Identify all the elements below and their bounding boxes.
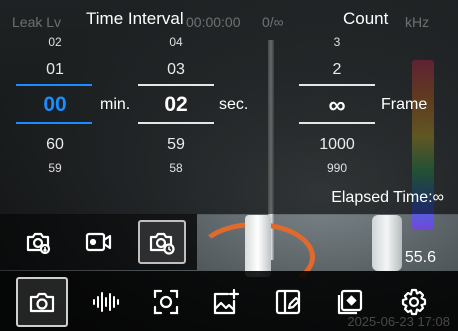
count-option[interactable]: 2	[307, 61, 367, 79]
video-camera-icon	[85, 232, 112, 252]
image-add-icon	[213, 288, 240, 315]
settings-icon	[401, 288, 427, 316]
count-option[interactable]: 990	[307, 161, 367, 175]
count-selected-value[interactable]: ∞	[307, 92, 367, 120]
edit-compare-button[interactable]	[262, 277, 314, 327]
status-counter: 0/∞	[262, 14, 284, 30]
count-selection-line	[299, 84, 375, 86]
seconds-selection-line	[138, 84, 214, 86]
add-image-button[interactable]	[200, 277, 252, 327]
minutes-option[interactable]: 59	[25, 161, 85, 175]
time-interval-panel: Leak Lv 00:00:00 0/∞ kHz Time Interval C…	[0, 0, 458, 214]
photo-save-mode-button[interactable]	[14, 220, 62, 264]
minutes-option[interactable]: 01	[25, 61, 85, 79]
status-timer: 00:00:00	[186, 14, 241, 30]
seconds-option[interactable]: 03	[146, 61, 206, 79]
sound-wave-icon	[93, 292, 119, 312]
seconds-selection-line	[138, 122, 214, 124]
minutes-option[interactable]: 60	[25, 136, 85, 154]
camera-timer-icon	[149, 232, 175, 255]
seconds-option[interactable]: 58	[146, 161, 206, 175]
status-frequency: kHz	[405, 14, 430, 30]
video-mode-button[interactable]	[75, 220, 123, 264]
capture-mode-bar	[0, 214, 197, 270]
image-center-icon	[337, 289, 363, 315]
background-bottle	[372, 215, 402, 271]
minutes-selection-line	[16, 122, 92, 124]
minutes-option[interactable]: 02	[25, 35, 85, 49]
interval-photo-mode-button[interactable]	[138, 220, 186, 264]
count-option[interactable]: 1000	[307, 136, 367, 154]
count-option[interactable]: 3	[307, 35, 367, 49]
focus-target-icon	[153, 289, 179, 315]
sound-button[interactable]	[80, 277, 132, 327]
measurement-reading: 55.6	[404, 249, 436, 266]
seconds-option[interactable]: 59	[146, 136, 206, 154]
count-unit: Frame	[381, 96, 428, 113]
count-selection-line	[299, 122, 375, 124]
background-tube	[245, 215, 271, 277]
minutes-unit: min.	[100, 96, 131, 113]
seconds-unit: sec.	[219, 96, 249, 113]
camera-icon	[29, 292, 55, 313]
bottom-toolbar: 2025-06-23 17:08	[0, 271, 458, 331]
seconds-option[interactable]: 04	[146, 35, 206, 49]
elapsed-time: Elapsed Time:∞	[331, 189, 444, 206]
capture-button[interactable]	[16, 277, 68, 327]
time-interval-title: Time Interval	[86, 9, 184, 28]
count-title: Count	[343, 9, 389, 28]
focus-button[interactable]	[140, 277, 192, 327]
seconds-selected-value[interactable]: 02	[146, 93, 206, 117]
edit-compare-icon	[275, 289, 301, 315]
camera-screen: Leak Lv 00:00:00 0/∞ kHz Time Interval C…	[0, 0, 458, 331]
minutes-selection-line	[16, 84, 92, 86]
minutes-selected-value[interactable]: 00	[25, 93, 85, 117]
date-stamp: 2025-06-23 17:08	[347, 314, 450, 329]
camera-download-icon	[26, 232, 51, 254]
leak-level-label: Leak Lv	[12, 14, 62, 30]
